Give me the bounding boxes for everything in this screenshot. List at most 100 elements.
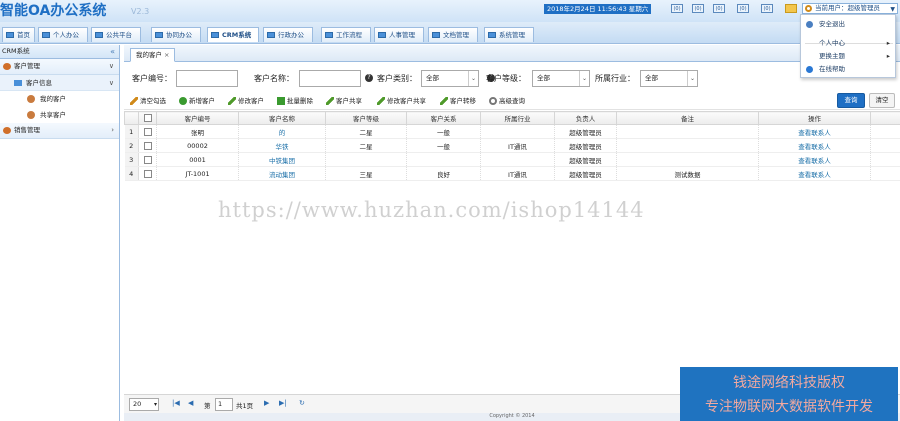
cell-note bbox=[616, 124, 759, 139]
view-contacts-link[interactable]: 查看联系人 bbox=[798, 143, 831, 151]
col-header[interactable]: 所属行业 bbox=[480, 111, 555, 125]
query-button[interactable]: 查询 bbox=[837, 93, 865, 108]
view-contacts-link[interactable]: 查看联系人 bbox=[798, 171, 831, 179]
user-menu-button[interactable]: 当前用户：超级管理员 ▼ bbox=[802, 3, 898, 14]
customer-level-select[interactable]: 全部 ⌄ bbox=[532, 70, 590, 87]
tab-hr[interactable]: 人事管理 bbox=[374, 27, 424, 42]
industry-select[interactable]: 全部 ⌄ bbox=[640, 70, 698, 87]
col-header[interactable]: 操作 bbox=[758, 111, 871, 125]
row-checkbox[interactable] bbox=[138, 152, 157, 167]
user-label: 当前用户：超级管理员 bbox=[815, 4, 880, 12]
collapse-icon[interactable]: « bbox=[110, 45, 115, 58]
close-icon[interactable]: × bbox=[164, 51, 169, 59]
sidebar-group-sales[interactable]: 销售管理 › bbox=[0, 123, 119, 139]
col-header[interactable]: 负责人 bbox=[554, 111, 617, 125]
menu-item-profile[interactable]: 个人中心 ▸ bbox=[801, 37, 895, 49]
clear-selection-button[interactable]: 清空勾选 bbox=[130, 95, 166, 107]
batch-delete-button[interactable]: 批量删除 bbox=[277, 95, 313, 107]
cell-action[interactable]: 查看联系人 bbox=[758, 138, 871, 153]
tab-public[interactable]: 公共平台 bbox=[91, 27, 141, 42]
checkbox[interactable] bbox=[143, 155, 152, 164]
select-all-checkbox[interactable] bbox=[138, 111, 157, 125]
customer-link[interactable]: 华铁 bbox=[276, 143, 289, 151]
tab-admin[interactable]: 行政办公 bbox=[263, 27, 313, 42]
user-dropdown-menu: 安全退出 个人中心 ▸ 更换主题 ▸ 在线帮助 bbox=[800, 14, 896, 78]
menu-item-help[interactable]: 在线帮助 bbox=[801, 63, 895, 75]
checkbox[interactable] bbox=[143, 141, 152, 150]
menu-item-theme[interactable]: 更换主题 ▸ bbox=[801, 50, 895, 62]
sidebar-group-customer[interactable]: 客户管理 ∨ bbox=[0, 59, 119, 75]
share-customer-button[interactable]: 客户共享 bbox=[326, 95, 362, 107]
row-checkbox[interactable] bbox=[138, 166, 157, 181]
tab-home[interactable]: 首页 bbox=[2, 27, 35, 42]
tab-personal[interactable]: 个人办公 bbox=[38, 27, 88, 42]
row-checkbox[interactable] bbox=[138, 124, 157, 139]
advanced-search-button[interactable]: 高级查询 bbox=[489, 95, 525, 107]
prev-page-icon[interactable]: ◀ bbox=[188, 399, 193, 407]
cell-action[interactable]: 查看联系人 bbox=[758, 166, 871, 181]
last-page-icon[interactable]: ▶| bbox=[279, 399, 287, 407]
view-contacts-link[interactable]: 查看联系人 bbox=[798, 157, 831, 165]
cell-customer-name[interactable]: 华铁 bbox=[238, 138, 326, 153]
calendar-icon[interactable]: (0) bbox=[671, 4, 683, 13]
col-header-spacer bbox=[870, 111, 900, 125]
help-icon[interactable]: ? bbox=[365, 74, 373, 82]
customer-link[interactable]: 流动集团 bbox=[269, 171, 295, 179]
checkbox[interactable] bbox=[143, 114, 152, 122]
page-number-input[interactable]: 1 bbox=[215, 398, 233, 411]
customer-link[interactable]: 的 bbox=[279, 129, 286, 137]
customer-link[interactable]: 中铁集团 bbox=[269, 157, 295, 165]
customer-no-input[interactable] bbox=[176, 70, 238, 87]
page-size-select[interactable]: 20 ▾ bbox=[129, 398, 159, 411]
col-header[interactable]: 客户编号 bbox=[156, 111, 239, 125]
col-header[interactable]: 备注 bbox=[616, 111, 759, 125]
checkbox[interactable] bbox=[143, 127, 152, 136]
group-icon bbox=[27, 111, 35, 119]
tab-system[interactable]: 系统管理 bbox=[484, 27, 534, 42]
clear-button[interactable]: 清空 bbox=[869, 93, 895, 108]
tab-collab[interactable]: 协同办公 bbox=[151, 27, 201, 42]
row-checkbox[interactable] bbox=[138, 138, 157, 153]
customer-type-select[interactable]: 全部 ⌄ bbox=[421, 70, 479, 87]
sidebar-item-my-customers[interactable]: 我的客户 bbox=[0, 91, 119, 107]
customer-name-input[interactable] bbox=[299, 70, 361, 87]
lock-icon[interactable] bbox=[785, 4, 797, 13]
tab-crm[interactable]: CRM系统 bbox=[207, 27, 259, 42]
table-row[interactable]: 1 张明 的 二星 一般 超级管理员 查看联系人 bbox=[124, 124, 900, 139]
tab-docs[interactable]: 文档管理 bbox=[428, 27, 478, 42]
cell-action[interactable]: 查看联系人 bbox=[758, 124, 871, 139]
content-tab-my-customers[interactable]: 我的客户 × bbox=[130, 48, 176, 62]
cell-action[interactable]: 查看联系人 bbox=[758, 152, 871, 167]
col-header[interactable]: 客户等级 bbox=[325, 111, 407, 125]
table-row[interactable]: 3 0001 中铁集团 超级管理员 查看联系人 bbox=[124, 152, 900, 167]
col-header[interactable]: 客户名称 bbox=[238, 111, 326, 125]
edit-customer-button[interactable]: 修改客户 bbox=[228, 95, 264, 107]
add-customer-button[interactable]: 新增客户 bbox=[179, 95, 215, 107]
action-toolbar: 清空勾选 新增客户 修改客户 批量删除 客户共享 修改客户共享 客户转移 高级查… bbox=[124, 92, 900, 110]
delete-icon bbox=[277, 97, 285, 105]
cell-customer-name[interactable]: 中铁集团 bbox=[238, 152, 326, 167]
transfer-customer-button[interactable]: 客户转移 bbox=[440, 95, 476, 107]
checkbox[interactable] bbox=[143, 169, 152, 178]
refresh-icon[interactable]: ↻ bbox=[299, 399, 305, 407]
notice-icon[interactable]: (0) bbox=[737, 4, 749, 13]
col-header[interactable]: 客户关系 bbox=[406, 111, 481, 125]
file-icon[interactable]: (0) bbox=[761, 4, 773, 13]
next-page-icon[interactable]: ▶ bbox=[264, 399, 269, 407]
search-icon bbox=[489, 97, 497, 105]
table-row[interactable]: 2 00002 华铁 二星 一般 IT通讯 超级管理员 查看联系人 bbox=[124, 138, 900, 153]
table-row[interactable]: 4 JT-1001 流动集团 三星 良好 IT通讯 超级管理员 测试数据 查看联… bbox=[124, 166, 900, 181]
menu-item-logout[interactable]: 安全退出 bbox=[801, 18, 895, 30]
cell-customer-name[interactable]: 的 bbox=[238, 124, 326, 139]
customer-level-label: 客户等级： bbox=[486, 74, 526, 83]
view-contacts-link[interactable]: 查看联系人 bbox=[798, 129, 831, 137]
message-icon[interactable]: (0) bbox=[713, 4, 725, 13]
edit-share-button[interactable]: 修改客户共享 bbox=[377, 95, 426, 107]
tab-workflow[interactable]: 工作流程 bbox=[321, 27, 371, 42]
sidebar-item-shared-customers[interactable]: 共享客户 bbox=[0, 107, 119, 123]
cell-customer-name[interactable]: 流动集团 bbox=[238, 166, 326, 181]
user-icon bbox=[42, 32, 50, 38]
first-page-icon[interactable]: |◀ bbox=[172, 399, 180, 407]
sidebar-item-customer-info[interactable]: 客户信息 ∨ bbox=[0, 75, 119, 91]
mail-icon[interactable]: (0) bbox=[692, 4, 704, 13]
